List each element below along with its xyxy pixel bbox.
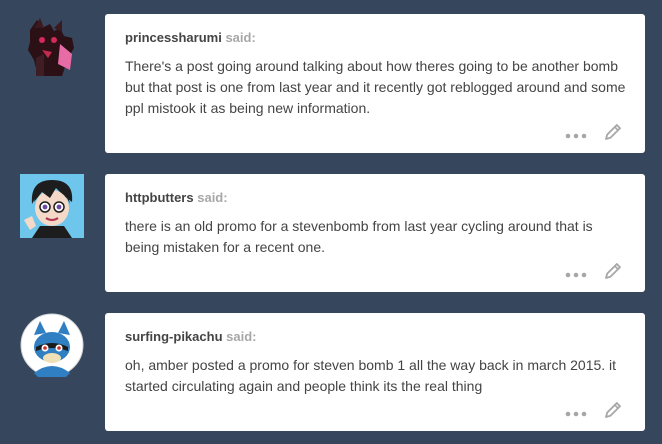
avatar[interactable]	[20, 174, 84, 238]
asker-username[interactable]: surfing-pikachu	[125, 329, 223, 344]
riolu-avatar-icon	[20, 313, 84, 377]
pencil-edit-icon[interactable]	[603, 400, 623, 420]
said-label: said:	[225, 30, 256, 45]
ask-card: princessharumi said: There's a post goin…	[105, 14, 645, 153]
avatar[interactable]	[20, 14, 84, 78]
pencil-edit-icon[interactable]	[603, 261, 623, 281]
ask-message: there is an old promo for a stevenbomb f…	[125, 218, 593, 255]
asker-username[interactable]: httpbutters	[125, 190, 194, 205]
more-dots-icon[interactable]	[565, 411, 587, 417]
avatar[interactable]	[20, 313, 84, 377]
cartoon-boy-avatar-icon	[20, 174, 84, 238]
more-dots-icon[interactable]	[565, 133, 587, 139]
more-dots-icon[interactable]	[565, 272, 587, 278]
said-label: said:	[197, 190, 228, 205]
pencil-edit-icon[interactable]	[603, 122, 623, 142]
ask-card: surfing-pikachu said: oh, amber posted a…	[105, 313, 645, 431]
asker-line: surfing-pikachu said:	[125, 329, 256, 345]
asker-line: httpbutters said:	[125, 190, 228, 206]
dark-wolf-avatar-icon	[28, 18, 74, 76]
ask-message: oh, amber posted a promo for steven bomb…	[125, 357, 617, 394]
ask-card: httpbutters said: there is an old promo …	[105, 174, 645, 292]
asker-username[interactable]: princessharumi	[125, 30, 222, 45]
ask-message: There's a post going around talking abou…	[125, 58, 626, 116]
said-label: said:	[226, 329, 257, 344]
asker-line: princessharumi said:	[125, 30, 256, 46]
